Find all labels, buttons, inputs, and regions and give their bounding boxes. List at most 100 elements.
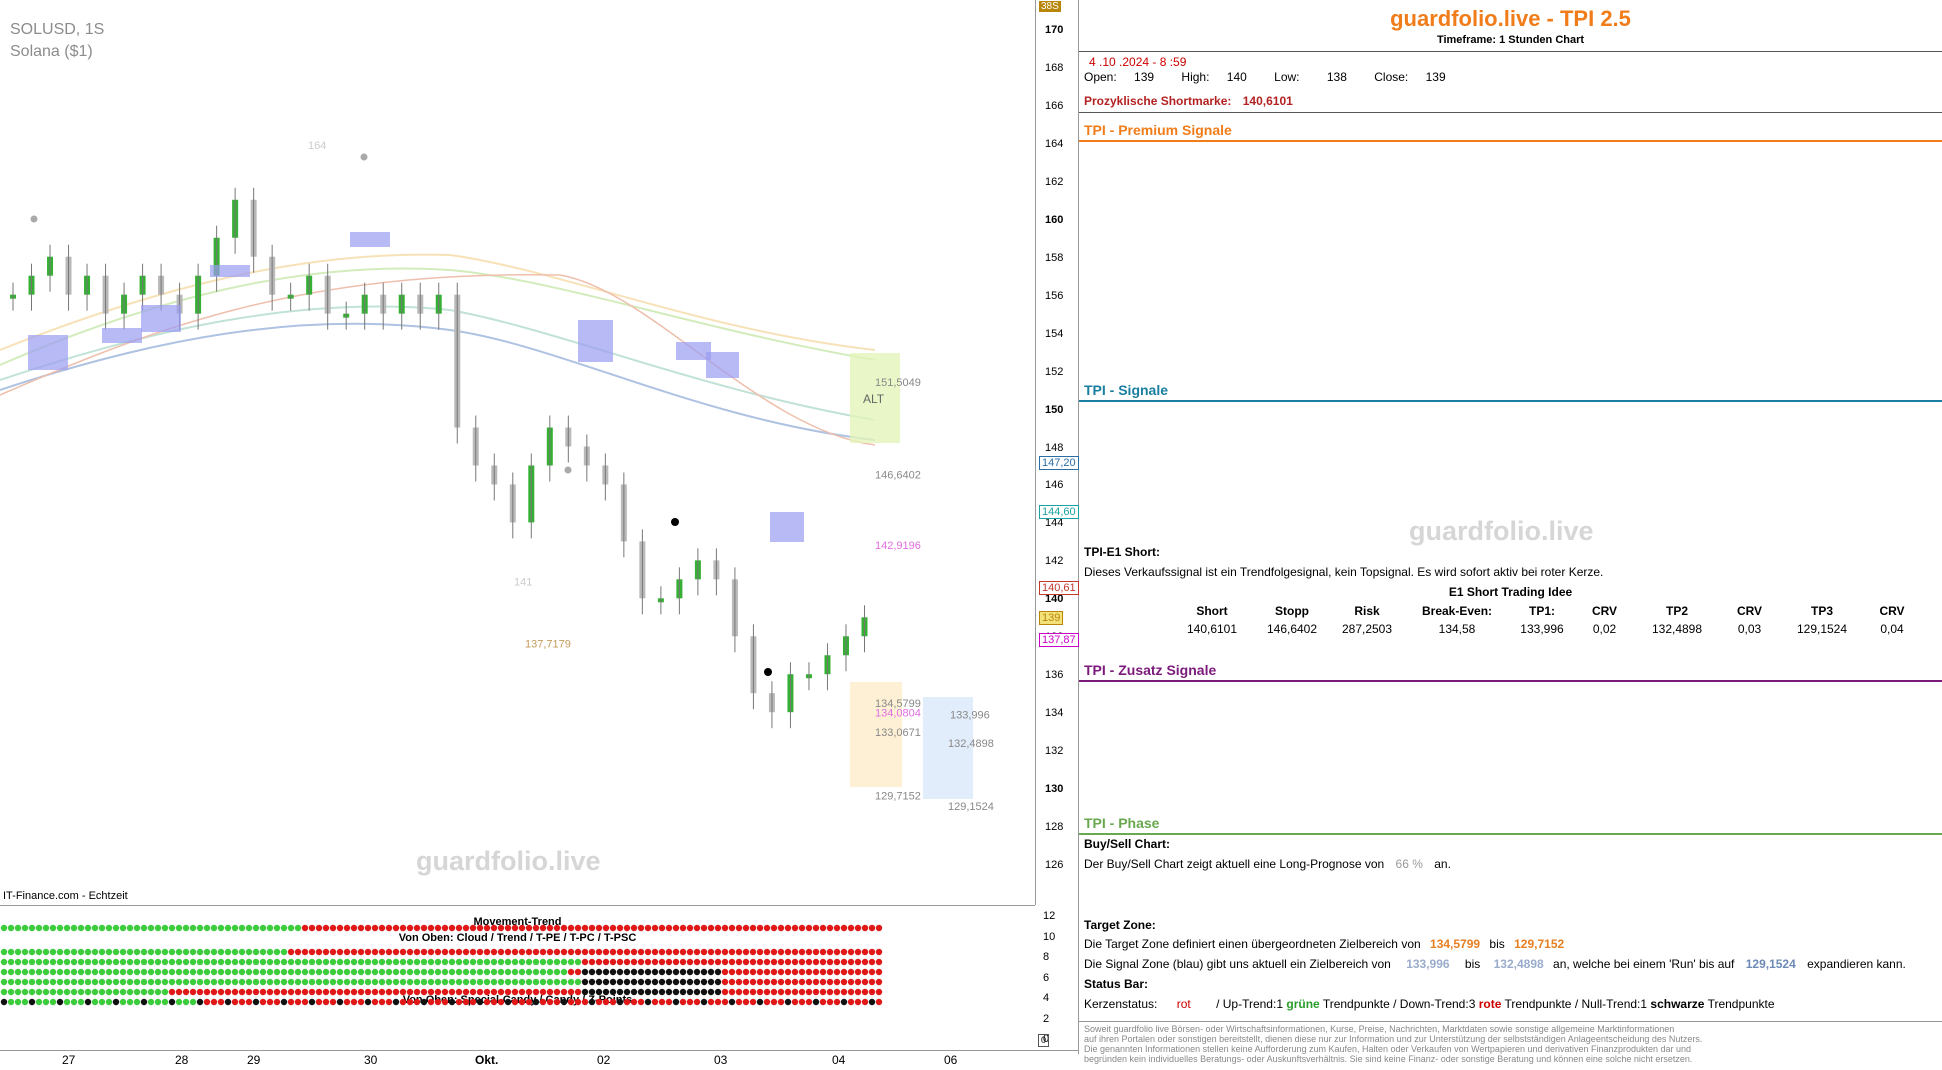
trend-dot: [868, 998, 876, 1006]
trend-dot: [21, 978, 29, 986]
signal-box: [676, 342, 711, 360]
trend-dot: [567, 998, 575, 1006]
trend-dot: [175, 948, 183, 956]
trend-dot: [161, 948, 169, 956]
trend-dot: [476, 958, 484, 966]
trend-dot: [735, 948, 743, 956]
trend-dot: [742, 958, 750, 966]
trend-dot: [693, 968, 701, 976]
trend-dot: [504, 988, 512, 996]
trend-dot: [728, 948, 736, 956]
trend-dot: [329, 924, 337, 932]
trend-dot: [700, 958, 708, 966]
trend-dot: [777, 998, 785, 1006]
trend-dot: [210, 948, 218, 956]
price-tick-label: 132: [1045, 745, 1064, 758]
trend-dot: [728, 998, 736, 1006]
trend-dot: [707, 978, 715, 986]
trend-dot: [497, 978, 505, 986]
trend-dot: [301, 988, 309, 996]
trend-dot: [525, 958, 533, 966]
trend-dot: [280, 968, 288, 976]
time-axis[interactable]: 27 28 29 30 Okt. 02 03 04 06: [0, 1050, 1078, 1070]
trend-dot: [350, 948, 358, 956]
zusatz-rule: [1079, 680, 1942, 682]
trend-dot: [98, 958, 106, 966]
trend-dot: [714, 924, 722, 932]
trend-dot: [700, 998, 708, 1006]
trend-dot: [196, 948, 204, 956]
trend-dot: [490, 998, 498, 1006]
trend-dot: [49, 948, 57, 956]
signal-dot: [764, 668, 772, 676]
trend-dot: [798, 924, 806, 932]
trend-dot: [721, 988, 729, 996]
trend-dot: [476, 998, 484, 1006]
tpi-panel: guardfolio.live - TPI 2.5 Timeframe: 1 S…: [1079, 0, 1942, 1069]
level-label: 133,996: [950, 709, 990, 721]
trend-dot: [0, 988, 8, 996]
trend-dot: [273, 978, 281, 986]
trend-dot: [840, 924, 848, 932]
trend-dot: [406, 958, 414, 966]
trend-dot: [868, 948, 876, 956]
trend-dot: [567, 924, 575, 932]
trend-dot: [427, 978, 435, 986]
trend-dot: [763, 958, 771, 966]
level-label: 133,0671: [875, 727, 921, 739]
trend-dot: [490, 978, 498, 986]
trend-dot: [826, 978, 834, 986]
close-value: 139: [1425, 70, 1446, 84]
trend-dot: [672, 958, 680, 966]
trade-table-header: Short Stopp Risk Break-Even: TP1: CRV TP2 CRV TP…: [1167, 602, 1917, 620]
indicator-pane[interactable]: Movement-Trend Von Oben: Cloud / Trend /…: [0, 905, 1035, 1051]
trend-dot: [637, 978, 645, 986]
price-tick-label: 152: [1045, 365, 1064, 378]
trend-dot: [588, 968, 596, 976]
trend-dot: [224, 968, 232, 976]
trend-dot: [280, 924, 288, 932]
trend-dot: [497, 948, 505, 956]
trend-dot: [140, 958, 148, 966]
trend-dot: [588, 988, 596, 996]
trend-dot: [238, 998, 246, 1006]
trend-dot: [819, 978, 827, 986]
signal-dot: [671, 518, 679, 526]
trend-dot: [679, 998, 687, 1006]
trend-dot: [651, 924, 659, 932]
trend-dot: [91, 978, 99, 986]
trend-dot: [168, 988, 176, 996]
trend-dot: [574, 924, 582, 932]
trade-table-header-cell: TP1:: [1528, 604, 1555, 618]
trend-dot: [441, 948, 449, 956]
trend-dot: [49, 978, 57, 986]
price-axis[interactable]: 38S 170 168 166 164 162 160 158 156 154 152 150 148…: [1035, 0, 1079, 1054]
trend-dot: [175, 958, 183, 966]
trend-dot: [525, 978, 533, 986]
trend-dot: [287, 924, 295, 932]
trend-dot: [819, 988, 827, 996]
trend-dot: [245, 988, 253, 996]
price-chart-pane[interactable]: SOLUSD, 1S Solana ($1) guardfolio.live I…: [0, 0, 1036, 905]
trend-dot: [294, 978, 302, 986]
level-label: 151,5049: [875, 377, 921, 389]
trend-dot: [665, 998, 673, 1006]
trend-dot: [784, 958, 792, 966]
trend-dot: [441, 968, 449, 976]
trend-dot: [119, 968, 127, 976]
trend-dot: [434, 968, 442, 976]
trend-dot: [35, 948, 43, 956]
trend-dot: [14, 948, 22, 956]
short-mark-label: Prozyklische Shortmarke:: [1084, 94, 1232, 108]
trend-dot: [826, 998, 834, 1006]
trend-dot: [833, 998, 841, 1006]
trend-dot: [462, 924, 470, 932]
trend-dot: [77, 958, 85, 966]
trend-dot: [427, 958, 435, 966]
trend-dot: [189, 948, 197, 956]
trend-dot: [112, 978, 120, 986]
trend-dot: [329, 968, 337, 976]
trend-dot: [7, 978, 15, 986]
trend-dot: [581, 948, 589, 956]
trend-dot: [714, 998, 722, 1006]
